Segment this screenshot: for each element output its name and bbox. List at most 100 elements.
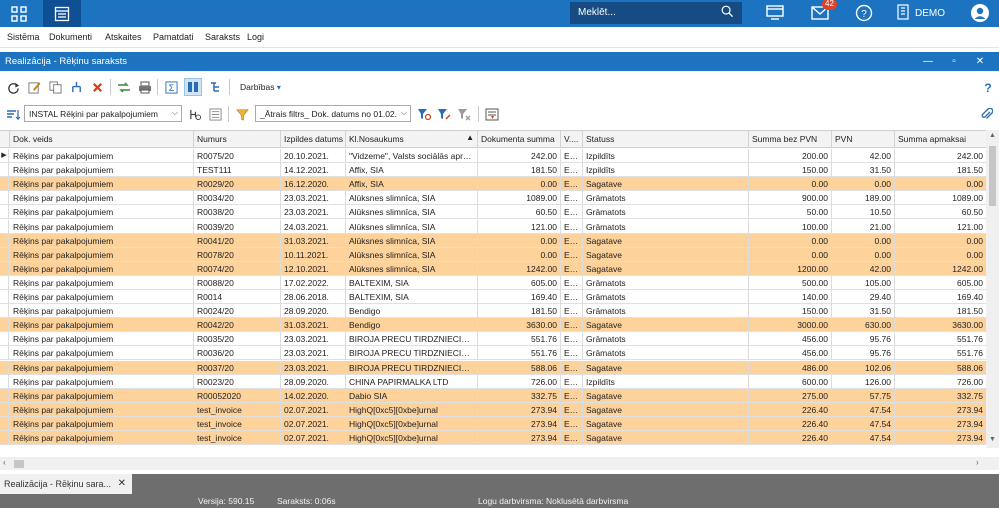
- report-icon[interactable]: [483, 105, 501, 123]
- help-question-icon[interactable]: ?: [979, 78, 997, 96]
- table-row[interactable]: Rēķins par pakalpojumiem TEST111 14.12.202…: [0, 163, 986, 178]
- row-indicator[interactable]: [0, 332, 9, 347]
- table-row[interactable]: Rēķins par pakalpojumiem R0039/20 24.03.20…: [0, 219, 986, 234]
- filter-icon[interactable]: [233, 105, 251, 123]
- table-row[interactable]: Rēķins par pakalpojumiem test_invoice 02.0…: [0, 402, 986, 417]
- row-indicator[interactable]: [0, 360, 9, 375]
- column-header-numurs[interactable]: Numurs: [194, 131, 281, 148]
- scrollbar-thumb[interactable]: [14, 460, 24, 468]
- search-input[interactable]: Meklēt...: [570, 2, 742, 24]
- minimize-icon[interactable]: —: [916, 52, 940, 71]
- refresh-icon[interactable]: [4, 78, 22, 96]
- grid-view-icon[interactable]: [184, 78, 202, 96]
- row-indicator[interactable]: [0, 205, 9, 220]
- print-icon[interactable]: [136, 78, 154, 96]
- scroll-right-icon[interactable]: ›: [976, 458, 979, 467]
- table-row[interactable]: Rēķins par pakalpojumiem test_invoice 02.0…: [0, 431, 986, 445]
- table-row[interactable]: ▶ Rēķins par pakalpojumiem R0075/20 20.10.2…: [0, 149, 986, 163]
- table-row[interactable]: Rēķins par pakalpojumiem R0023/20 28.09.20…: [0, 374, 986, 389]
- help-icon[interactable]: ?: [852, 2, 876, 24]
- row-indicator[interactable]: [0, 219, 9, 234]
- scroll-up-icon[interactable]: ▲: [989, 132, 996, 139]
- table-row[interactable]: Rēķins par pakalpojumiem R0078/20 10.11.20…: [0, 247, 986, 262]
- scroll-left-icon[interactable]: ‹: [3, 458, 6, 467]
- column-header-summa-bez-pvn[interactable]: Summa bez PVN: [749, 131, 832, 148]
- menu-atskaites[interactable]: Atskaites: [105, 32, 142, 42]
- filter-settings-icon[interactable]: [415, 105, 433, 123]
- profile-icon[interactable]: [968, 2, 992, 24]
- row-indicator[interactable]: [0, 247, 9, 262]
- maximize-icon[interactable]: ▫: [942, 52, 966, 71]
- table-row[interactable]: Rēķins par pakalpojumiem R00052020 14.02.2…: [0, 388, 986, 403]
- table-row[interactable]: Rēķins par pakalpojumiem R0035/20 23.03.20…: [0, 332, 986, 347]
- vertical-scrollbar[interactable]: ▲ ▼: [986, 130, 999, 448]
- config-icon[interactable]: [186, 105, 204, 123]
- table-row[interactable]: Rēķins par pakalpojumiem test_invoice 02.0…: [0, 416, 986, 431]
- sum-icon[interactable]: Σ: [162, 78, 180, 96]
- quick-filter-select[interactable]: _Ātrais filtrs_ Dok. datums no 01.02. ⌵: [255, 105, 411, 122]
- column-header-izpildes-datums[interactable]: Izpildes datums: [281, 131, 346, 148]
- row-indicator[interactable]: [0, 233, 9, 248]
- row-indicator[interactable]: [0, 163, 9, 178]
- menu-logi[interactable]: Logi: [247, 32, 264, 42]
- row-indicator[interactable]: [0, 191, 9, 206]
- table-row[interactable]: Rēķins par pakalpojumiem R0088/20 17.02.20…: [0, 275, 986, 290]
- column-header-pvn[interactable]: PVN: [832, 131, 895, 148]
- user-menu[interactable]: DEMO: [897, 4, 945, 23]
- table-row[interactable]: Rēķins par pakalpojumiem R0042/20 31.03.20…: [0, 318, 986, 333]
- table-row[interactable]: Rēķins par pakalpojumiem R0037/20 23.03.20…: [0, 360, 986, 375]
- actions-menu[interactable]: Darbības ▾: [240, 82, 281, 92]
- table-row[interactable]: Rēķins par pakalpojumiem R0074/20 12.10.20…: [0, 261, 986, 276]
- filter-clear-icon[interactable]: [455, 105, 473, 123]
- row-indicator[interactable]: [0, 177, 9, 192]
- row-indicator[interactable]: [0, 290, 9, 304]
- scroll-down-icon[interactable]: ▼: [989, 436, 996, 443]
- close-tab-icon[interactable]: ✕: [118, 478, 126, 489]
- table-row[interactable]: Rēķins par pakalpojumiem R0038/20 23.03.20…: [0, 205, 986, 220]
- row-indicator[interactable]: [0, 402, 9, 417]
- row-indicator[interactable]: [0, 318, 9, 333]
- table-row[interactable]: Rēķins par pakalpojumiem R0034/20 23.03.20…: [0, 191, 986, 206]
- edit-icon[interactable]: [25, 78, 43, 96]
- horizontal-scrollbar[interactable]: ‹ ›: [0, 457, 999, 470]
- row-indicator[interactable]: [0, 374, 9, 389]
- column-header-summa-apmaksai[interactable]: Summa apmaksai: [895, 131, 986, 148]
- row-indicator[interactable]: [0, 388, 9, 403]
- document-type-select[interactable]: INSTAL Rēķini par pakalpojumiem ⌵: [24, 105, 182, 122]
- transfer-icon[interactable]: [115, 78, 133, 96]
- menu-dokumenti[interactable]: Dokumenti: [49, 32, 92, 42]
- table-row[interactable]: Rēķins par pakalpojumiem R0036/20 23.03.20…: [0, 346, 986, 361]
- menu-saraksts[interactable]: Saraksts: [205, 32, 240, 42]
- filter-edit-icon[interactable]: [435, 105, 453, 123]
- scrollbar-thumb[interactable]: [989, 146, 996, 206]
- delete-icon[interactable]: [88, 78, 106, 96]
- attachment-icon[interactable]: [978, 105, 996, 123]
- row-indicator[interactable]: ▶: [0, 149, 9, 163]
- sort-icon[interactable]: [4, 105, 22, 123]
- table-row[interactable]: Rēķins par pakalpojumiem R0024/20 28.09.20…: [0, 304, 986, 319]
- split-icon[interactable]: [67, 78, 85, 96]
- close-icon[interactable]: ✕: [968, 52, 992, 71]
- list-settings-icon[interactable]: [206, 105, 224, 123]
- row-indicator[interactable]: [0, 261, 9, 276]
- table-row[interactable]: Rēķins par pakalpojumiem R0041/20 31.03.20…: [0, 233, 986, 248]
- column-header-kl-nosaukums[interactable]: Kl.Nosaukums ▲: [346, 131, 478, 148]
- search-icon[interactable]: [721, 5, 734, 21]
- row-indicator[interactable]: [0, 416, 9, 431]
- row-indicator[interactable]: [0, 275, 9, 290]
- row-indicator[interactable]: [0, 346, 9, 361]
- apps-grid-icon[interactable]: [0, 0, 38, 27]
- windows-icon[interactable]: [763, 2, 787, 24]
- column-header-dok-veids[interactable]: Dok. veids: [10, 131, 194, 148]
- table-row[interactable]: Rēķins par pakalpojumiem R0029/20 16.12.20…: [0, 177, 986, 192]
- column-header-statuss[interactable]: Statuss: [583, 131, 749, 148]
- column-header-valuta[interactable]: V....: [561, 131, 583, 148]
- document-list-icon[interactable]: [43, 0, 81, 27]
- tree-view-icon[interactable]: [206, 78, 224, 96]
- row-indicator[interactable]: [0, 304, 9, 319]
- table-row[interactable]: Rēķins par pakalpojumiem R0014 28.06.2018.…: [0, 290, 986, 304]
- menu-pamatdati[interactable]: Pamatdati: [153, 32, 194, 42]
- document-tab[interactable]: Realizācija - Rēķinu sara... ✕: [0, 474, 132, 494]
- copy-icon[interactable]: [46, 78, 64, 96]
- row-indicator[interactable]: [0, 431, 9, 445]
